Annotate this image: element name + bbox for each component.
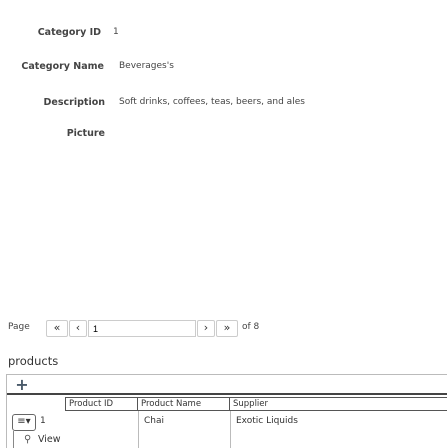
prev-page-icon: ‹ bbox=[75, 321, 81, 334]
column-divider bbox=[230, 411, 231, 448]
description-label: Description bbox=[43, 97, 105, 108]
column-divider bbox=[138, 411, 139, 448]
menu-item-view[interactable]: View bbox=[38, 434, 61, 445]
last-page-button[interactable]: » bbox=[216, 320, 238, 337]
add-product-button[interactable]: + bbox=[14, 377, 30, 393]
prev-page-button[interactable]: ‹ bbox=[69, 320, 87, 337]
cell-product-name: Chai bbox=[144, 416, 165, 426]
next-page-button[interactable]: › bbox=[197, 320, 215, 337]
description-value: Soft drinks, coffees, teas, beers, and a… bbox=[119, 97, 305, 107]
page-count: of 8 bbox=[242, 322, 260, 332]
row-actions-menu: ⚲ View bbox=[13, 431, 93, 448]
next-page-icon: › bbox=[203, 321, 209, 334]
category-name-label: Category Name bbox=[21, 61, 104, 72]
column-header-supplier[interactable]: Supplier bbox=[230, 397, 447, 411]
pager-label: Page bbox=[8, 322, 30, 332]
page-number-input[interactable] bbox=[88, 320, 196, 337]
row-actions-button[interactable]: ≡▾ bbox=[12, 414, 36, 431]
first-page-button[interactable]: « bbox=[46, 320, 68, 337]
first-page-icon: « bbox=[53, 321, 61, 334]
grid-toolbar bbox=[7, 375, 447, 395]
category-name-value: Beverages's bbox=[119, 61, 174, 71]
last-page-icon: » bbox=[223, 321, 231, 334]
category-id-value: 1 bbox=[113, 27, 119, 37]
search-icon: ⚲ bbox=[24, 434, 32, 445]
category-id-label: Category ID bbox=[37, 27, 101, 38]
picture-label: Picture bbox=[66, 128, 105, 139]
cell-supplier: Exotic Liquids bbox=[236, 416, 298, 426]
cell-product-id: 1 bbox=[40, 416, 46, 426]
column-header-product-id[interactable]: Product ID bbox=[65, 397, 138, 411]
column-header-product-name[interactable]: Product Name bbox=[138, 397, 230, 411]
products-section-title: products bbox=[8, 354, 59, 368]
